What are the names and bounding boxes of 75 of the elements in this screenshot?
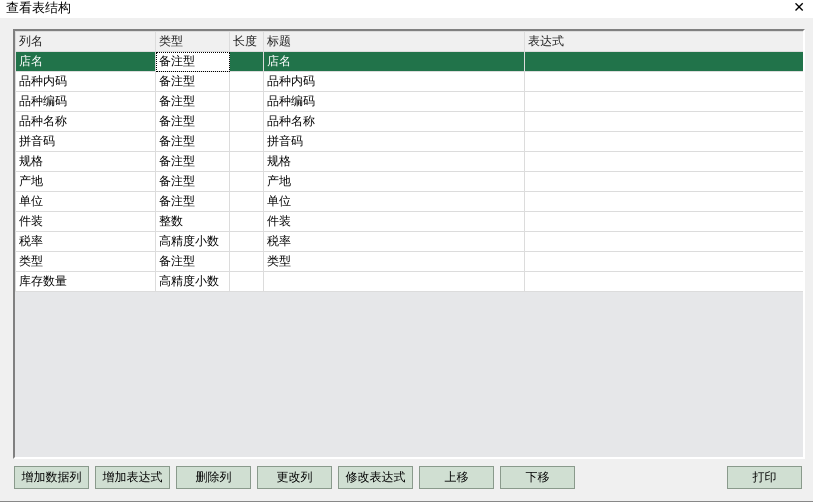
action-button[interactable]: 删除列 xyxy=(176,466,251,489)
table-cell[interactable]: 品种内码 xyxy=(264,72,524,92)
table-cell[interactable]: 备注型 xyxy=(156,192,230,212)
table-cell[interactable]: 库存数量 xyxy=(16,272,156,292)
table-cell[interactable] xyxy=(524,92,803,112)
table-cell[interactable]: 品种编码 xyxy=(16,92,156,112)
action-button[interactable]: 增加数据列 xyxy=(14,466,89,489)
table-cell[interactable] xyxy=(230,232,264,252)
table-cell[interactable] xyxy=(230,92,264,112)
table-cell[interactable]: 产地 xyxy=(264,172,524,192)
table-cell[interactable]: 店名 xyxy=(16,52,156,72)
column-header[interactable]: 标题 xyxy=(264,32,524,52)
table-cell[interactable] xyxy=(524,52,803,72)
table-cell[interactable]: 整数 xyxy=(156,212,230,232)
table-cell[interactable] xyxy=(524,172,803,192)
action-button[interactable]: 增加表达式 xyxy=(95,466,170,489)
table-cell[interactable]: 单位 xyxy=(264,192,524,212)
table-cell[interactable]: 类型 xyxy=(16,252,156,272)
action-button[interactable]: 修改表达式 xyxy=(338,466,413,489)
table-cell[interactable]: 备注型 xyxy=(156,112,230,132)
window-title: 查看表结构 xyxy=(6,0,71,17)
table-cell[interactable] xyxy=(524,252,803,272)
action-button[interactable]: 更改列 xyxy=(257,466,332,489)
table-cell[interactable]: 备注型 xyxy=(156,92,230,112)
column-header[interactable]: 列名 xyxy=(16,32,156,52)
table-cell[interactable] xyxy=(524,212,803,232)
table-cell[interactable]: 备注型 xyxy=(156,132,230,152)
table-cell[interactable] xyxy=(524,192,803,212)
table-cell[interactable] xyxy=(230,252,264,272)
table-cell[interactable]: 产地 xyxy=(16,172,156,192)
table-cell[interactable] xyxy=(524,152,803,172)
table-cell[interactable]: 拼音码 xyxy=(264,132,524,152)
table-cell[interactable]: 品种名称 xyxy=(264,112,524,132)
table-cell[interactable]: 品种内码 xyxy=(16,72,156,92)
action-button[interactable]: 下移 xyxy=(500,466,575,489)
table-cell[interactable]: 规格 xyxy=(264,152,524,172)
table-cell[interactable]: 品种编码 xyxy=(264,92,524,112)
table-cell[interactable] xyxy=(230,212,264,232)
table-cell[interactable] xyxy=(230,272,264,292)
table-cell[interactable]: 店名 xyxy=(264,52,524,72)
table-cell[interactable] xyxy=(524,232,803,252)
column-header[interactable]: 表达式 xyxy=(524,32,803,52)
table-cell[interactable]: 备注型 xyxy=(156,52,230,72)
table-cell[interactable]: 拼音码 xyxy=(16,132,156,152)
table-cell[interactable] xyxy=(230,112,264,132)
table-cell[interactable]: 品种名称 xyxy=(16,112,156,132)
table-cell[interactable] xyxy=(264,272,524,292)
table-cell[interactable] xyxy=(230,172,264,192)
table-cell[interactable]: 备注型 xyxy=(156,72,230,92)
table-cell[interactable]: 税率 xyxy=(16,232,156,252)
table-cell[interactable] xyxy=(230,152,264,172)
table-cell[interactable]: 高精度小数 xyxy=(156,232,230,252)
table-cell[interactable] xyxy=(230,72,264,92)
table-cell[interactable]: 规格 xyxy=(16,152,156,172)
table-cell[interactable]: 类型 xyxy=(264,252,524,272)
table-cell[interactable] xyxy=(524,112,803,132)
close-icon[interactable]: ✕ xyxy=(793,0,805,16)
table-cell[interactable]: 高精度小数 xyxy=(156,272,230,292)
table-cell[interactable]: 件装 xyxy=(16,212,156,232)
table-cell[interactable]: 单位 xyxy=(16,192,156,212)
column-header[interactable]: 类型 xyxy=(156,32,230,52)
table-cell[interactable] xyxy=(230,52,264,72)
table-cell[interactable] xyxy=(524,72,803,92)
table-cell[interactable] xyxy=(524,132,803,152)
table-cell[interactable] xyxy=(230,192,264,212)
table-cell[interactable] xyxy=(230,132,264,152)
table-cell[interactable]: 件装 xyxy=(264,212,524,232)
action-button[interactable]: 打印 xyxy=(727,466,802,489)
table-cell[interactable] xyxy=(524,272,803,292)
table-cell[interactable]: 税率 xyxy=(264,232,524,252)
column-header[interactable]: 长度 xyxy=(230,32,264,52)
action-button[interactable]: 上移 xyxy=(419,466,494,489)
table-cell[interactable]: 备注型 xyxy=(156,152,230,172)
table-cell[interactable]: 备注型 xyxy=(156,172,230,192)
table-cell[interactable]: 备注型 xyxy=(156,252,230,272)
